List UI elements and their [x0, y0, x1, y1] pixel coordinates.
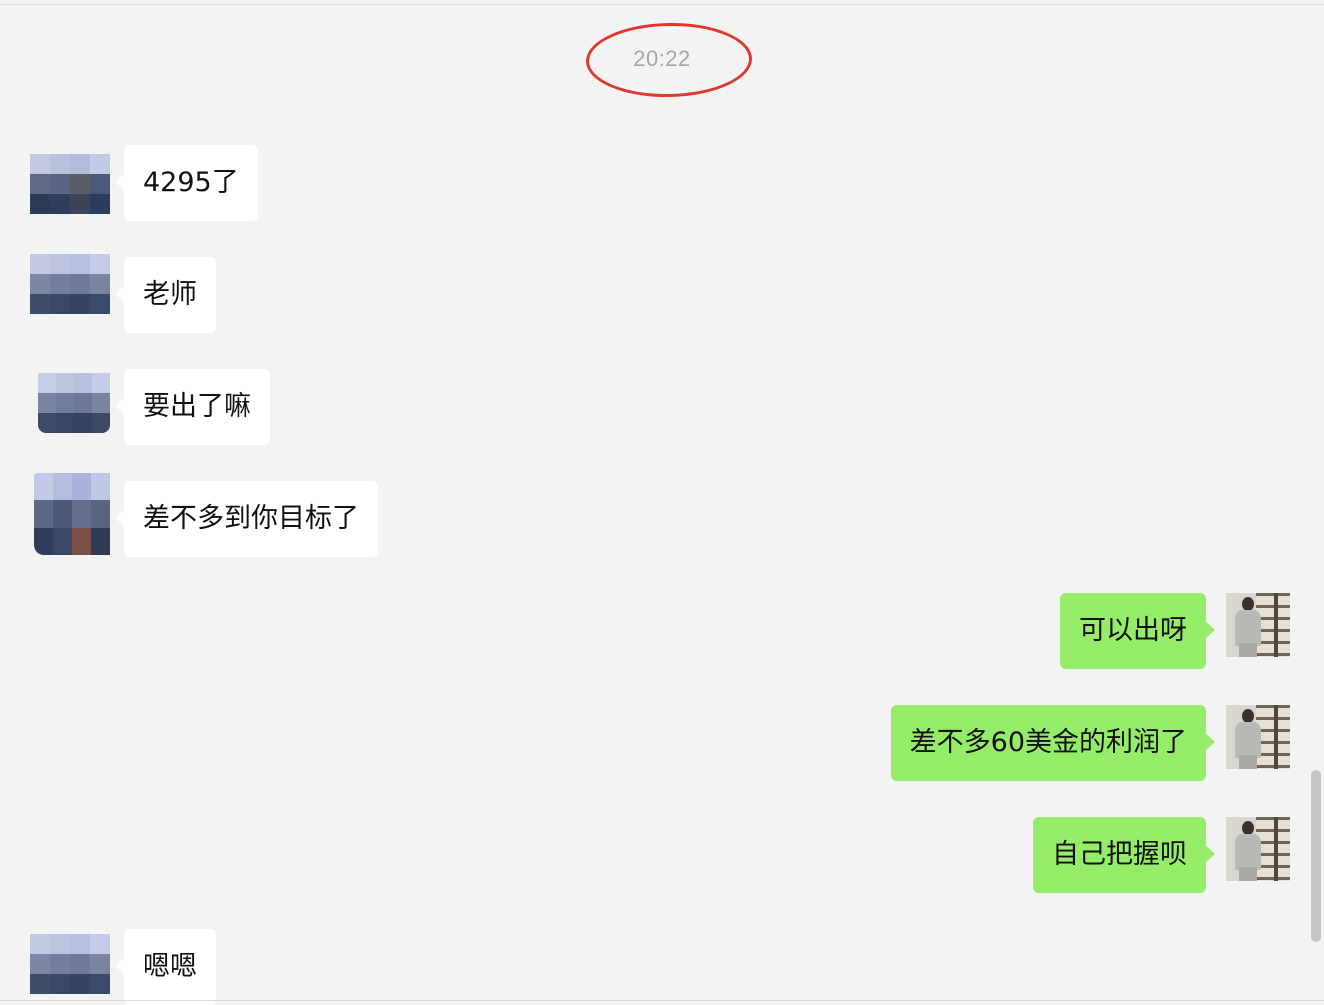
outgoing-message-bubble[interactable]: 差不多60美金的利润了: [890, 705, 1216, 781]
contact-avatar-icon[interactable]: [30, 154, 110, 214]
incoming-message-bubble[interactable]: 老师: [115, 257, 216, 333]
incoming-message-bubble[interactable]: 4295了: [115, 145, 258, 221]
chat-scrollbar[interactable]: [1311, 770, 1321, 942]
outgoing-message-bubble[interactable]: 自己把握呗: [1033, 817, 1215, 893]
incoming-message-bubble[interactable]: 差不多到你目标了: [115, 481, 378, 557]
outgoing-message-bubble[interactable]: 可以出呀: [1060, 593, 1215, 669]
window-bottom-border: [0, 1000, 1324, 1004]
window-top-border: [0, 0, 1324, 5]
timestamp-highlight-annotation: [585, 21, 753, 99]
my-avatar-icon[interactable]: [1226, 593, 1290, 657]
incoming-message-bubble[interactable]: 嗯嗯: [115, 929, 216, 1005]
incoming-message-bubble[interactable]: 要出了嘛: [115, 369, 270, 445]
my-avatar-icon[interactable]: [1226, 705, 1290, 769]
contact-avatar-icon[interactable]: [34, 473, 110, 555]
my-avatar-icon[interactable]: [1226, 817, 1290, 881]
contact-avatar-icon[interactable]: [30, 254, 110, 314]
contact-avatar-icon[interactable]: [30, 934, 110, 994]
contact-avatar-icon[interactable]: [38, 373, 110, 433]
